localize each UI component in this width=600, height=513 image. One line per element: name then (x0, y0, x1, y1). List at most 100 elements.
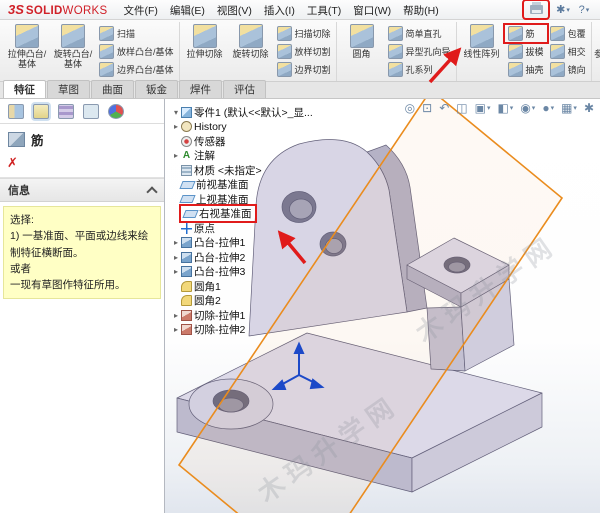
tree-item-切除-拉伸1[interactable]: 切除-拉伸1 (181, 308, 245, 323)
ribbon-button-label: 简单直孔 (405, 29, 442, 39)
dimxpert-manager-tab-icon[interactable] (83, 103, 99, 119)
tab-钣金[interactable]: 钣金 (135, 80, 178, 98)
mirror-button[interactable]: 镜向 (547, 61, 589, 78)
menu-视图(V)[interactable]: 视图(V) (211, 3, 258, 19)
loft-boss-button[interactable]: 放样凸台/基体 (96, 43, 177, 60)
tree-row: 材质 <未指定> (171, 163, 313, 178)
wrap-icon (549, 26, 565, 41)
info-section-header[interactable]: 信息 (0, 178, 164, 202)
tree-item-材质 <未指定>[interactable]: 材质 <未指定> (181, 163, 262, 178)
tree-item-凸台-拉伸3[interactable]: 凸台-拉伸3 (181, 264, 245, 279)
tree-item-注解[interactable]: A 注解 (181, 148, 215, 163)
info-message-line: 1) 一基准面、平面或边线来绘制特征横断面。 (10, 230, 149, 259)
fillet-icon (181, 295, 192, 307)
shell-button[interactable]: 抽壳 (505, 61, 547, 78)
tab-草图[interactable]: 草图 (47, 80, 90, 98)
expand-arrow-icon[interactable]: ▸ (171, 122, 181, 131)
options-gear-icon[interactable]: ✱ ▾ (555, 2, 571, 17)
simple-hole-button[interactable]: 简单直孔 (385, 25, 454, 42)
info-message-line: 选择: (10, 214, 34, 226)
revolve-boss-button[interactable]: 旋转凸台/基体 (50, 22, 96, 70)
menu-帮助(H)[interactable]: 帮助(H) (397, 3, 445, 19)
boundary-boss-button[interactable]: 边界凸台/基体 (96, 61, 177, 78)
apply-scene-icon[interactable]: ▦ ▾ (561, 101, 577, 115)
cut-loft-button[interactable]: 放样切割 (274, 43, 334, 60)
draft-button[interactable]: 拔模 (505, 43, 547, 60)
property-manager-tab-icon[interactable] (33, 103, 49, 119)
linear-pattern-button[interactable]: 线性阵列 (459, 22, 505, 59)
tree-item-前视基准面[interactable]: 前视基准面 (179, 177, 249, 192)
print-icon[interactable] (522, 0, 550, 20)
expand-arrow-icon[interactable]: ▸ (171, 253, 181, 262)
tab-焊件[interactable]: 焊件 (179, 80, 222, 98)
shell-icon (507, 62, 523, 77)
expand-arrow-icon[interactable]: ▸ (171, 325, 181, 334)
intersect-button[interactable]: 相交 (547, 43, 589, 60)
display-manager-tab-icon[interactable] (108, 103, 124, 119)
caret-icon: ▾ (531, 105, 536, 112)
expand-arrow-icon[interactable]: ▸ (171, 267, 181, 276)
tree-item-label: 材质 <未指定> (194, 164, 262, 177)
cancel-icon[interactable]: ✗ (7, 155, 18, 170)
ribbon-button-label: 边界凸台/基体 (117, 65, 174, 75)
tree-item-圆角1[interactable]: 圆角1 (181, 279, 221, 294)
zoom-fit-icon[interactable]: ◎ (405, 101, 415, 115)
tab-评估[interactable]: 评估 (223, 80, 266, 98)
expand-arrow-icon[interactable]: ▸ (171, 311, 181, 320)
tree-item-切除-拉伸2[interactable]: 切除-拉伸2 (181, 322, 245, 337)
cut-sweep-button[interactable]: 扫描切除 (274, 25, 334, 42)
display-style-icon[interactable]: ◧ ▾ (497, 101, 513, 115)
cut-extrude-button[interactable]: 拉伸切除 (182, 22, 228, 59)
tree-item-凸台-拉伸1[interactable]: 凸台-拉伸1 (181, 235, 245, 250)
menu-编辑(E)[interactable]: 编辑(E) (164, 3, 211, 19)
hole-wizard-button[interactable]: 异型孔向导 (385, 43, 454, 60)
hide-show-items-icon[interactable]: ◉ ▾ (520, 101, 535, 115)
ribbon-button-label: 拔模 (525, 47, 544, 57)
tree-item-凸台-拉伸2[interactable]: 凸台-拉伸2 (181, 250, 245, 265)
menu-窗口(W)[interactable]: 窗口(W) (347, 3, 397, 19)
tree-item-原点[interactable]: 原点 (181, 221, 215, 236)
edit-appearance-icon[interactable]: ● ▾ (542, 101, 554, 115)
reference-geometry-button[interactable]: 参考几何体 (594, 22, 600, 59)
tree-item-History[interactable]: History (181, 121, 227, 133)
tree-item-零件1 (默认<<默认>_显...[interactable]: 零件1 (默认<<默认>_显... (181, 105, 313, 120)
caret-icon: ▾ (585, 6, 590, 14)
expand-arrow-icon[interactable]: ▸ (171, 238, 181, 247)
cut-boundary-button[interactable]: 边界切割 (274, 61, 334, 78)
feature-manager-tab-icon[interactable] (8, 103, 24, 119)
section-view-icon[interactable]: ◫ (456, 101, 467, 115)
rib-button[interactable]: 筋 (502, 23, 549, 44)
sweep-button[interactable]: 扫描 (96, 25, 177, 42)
view-settings-icon[interactable]: ✱ (584, 101, 594, 115)
tab-特征[interactable]: 特征 (3, 80, 46, 98)
view-orientation-icon[interactable]: ▣ ▾ (475, 101, 491, 115)
tree-item-圆角2[interactable]: 圆角2 (181, 293, 221, 308)
fillet-button[interactable]: 圆角 (339, 22, 385, 59)
menu-工具(T)[interactable]: 工具(T) (301, 3, 347, 19)
help-icon[interactable]: ? ▾ (576, 2, 592, 17)
ribbon-button-label: 镜向 (567, 65, 586, 75)
logo-mark: 3S (8, 2, 24, 17)
ribbon-group: 圆角 简单直孔异型孔向导 孔系列 (337, 22, 457, 81)
menu-插入(I)[interactable]: 插入(I) (258, 3, 301, 19)
ribbon-group: 参考几何体曲线 (592, 22, 600, 81)
sensor-icon (181, 135, 192, 147)
tree-row: ▸ 凸台-拉伸2 (171, 250, 313, 265)
configuration-manager-tab-icon[interactable] (58, 103, 74, 119)
cut-revolve-button[interactable]: 旋转切除 (228, 22, 274, 59)
caret-icon: ▾ (566, 6, 570, 14)
menu-文件(F)[interactable]: 文件(F) (118, 3, 164, 19)
hole-series-button[interactable]: 孔系列 (385, 61, 454, 78)
graphics-viewport[interactable]: 木玛升学网 木玛升学网 ◎ ⊡ ↶ ◫ ▣ ▾ ◧ ▾ ◉ ▾ ● ▾ ▦ ▾ ✱ ▾ 零件1 (默认<<默认… (165, 99, 600, 513)
tree-item-传感器[interactable]: 传感器 (181, 134, 226, 149)
zoom-area-icon[interactable]: ⊡ (422, 101, 432, 115)
tab-曲面[interactable]: 曲面 (91, 80, 134, 98)
fillet-icon (349, 24, 374, 48)
previous-view-icon[interactable]: ↶ (439, 101, 449, 115)
wrap-button[interactable]: 包覆 (547, 25, 589, 42)
ribbon-group: 拉伸凸台/基体 旋转凸台/基体 扫描 放样凸台/基体边界凸台/基体 (2, 22, 180, 81)
expand-arrow-icon[interactable]: ▸ (171, 151, 181, 160)
ribbon-stack: 扫描 放样凸台/基体边界凸台/基体 (96, 22, 177, 78)
boss-extrude-button[interactable]: 拉伸凸台/基体 (4, 22, 50, 70)
expand-arrow-icon[interactable]: ▾ (171, 108, 181, 117)
